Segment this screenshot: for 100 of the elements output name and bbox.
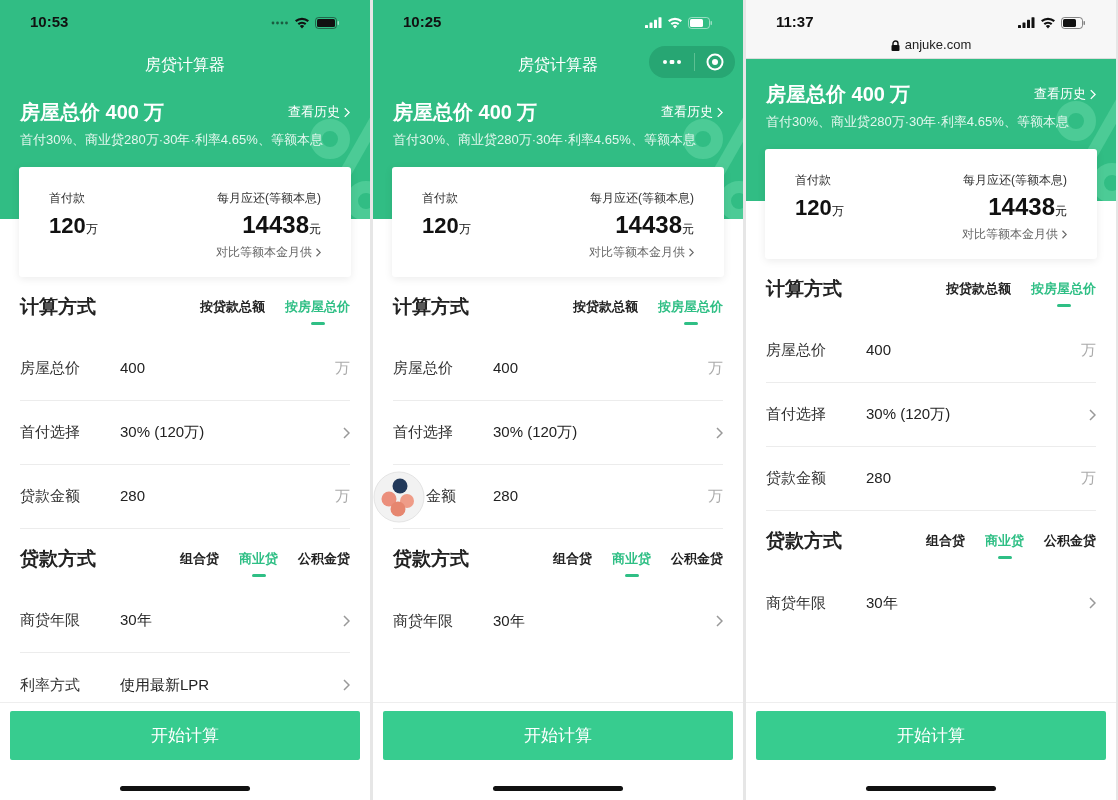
option-tab[interactable]: 公积金贷 [1044,527,1096,555]
field-value: 使用最新LPR [120,674,211,695]
field-value: 30% (120万) [120,422,206,443]
monthly-payment-label: 每月应还(等额本息) [217,190,321,207]
field-label: 房屋总价 [393,358,454,379]
compare-link[interactable]: 对比等额本金月供 [589,243,694,261]
down-payment-value: 120 [49,212,86,240]
monthly-payment-unit: 元 [682,222,694,238]
monthly-payment-label: 每月应还(等额本息) [963,172,1067,189]
monthly-payment-value: 14438 [615,210,682,240]
status-time: 11:37 [776,12,814,33]
signal-icon [645,17,662,28]
field-value: 280 [866,468,893,489]
chevron-right-icon [315,247,321,257]
option-tab[interactable]: 组合贷 [180,545,219,573]
unit-label: 万 [335,358,350,379]
field-value: 280 [493,486,520,507]
chevron-right-icon [1089,88,1096,100]
monthly-payment-value: 14438 [242,210,309,240]
section-title: 计算方式 [766,276,842,301]
field-value: 400 [493,358,520,379]
chevron-right-icon [716,106,723,118]
section-title: 计算方式 [393,294,469,319]
field-label: 金额 [425,486,457,507]
field-value: 280 [120,486,147,507]
section-title: 贷款方式 [766,528,842,553]
field-label: 贷款金额 [20,486,81,507]
url-text[interactable]: anjuke.com [904,35,972,55]
down-payment-unit: 万 [831,204,844,220]
page-title: 房贷计算器 [145,55,225,75]
down-payment-label: 首付款 [422,190,459,207]
field-label: 房屋总价 [20,358,81,379]
option-tab[interactable]: 公积金贷 [298,545,350,573]
section-title: 贷款方式 [393,546,469,571]
field-label: 首付选择 [766,404,827,425]
summary-title: 房屋总价 400 万 [20,100,165,125]
field-value: 30年 [493,610,526,631]
battery-icon [315,16,340,29]
chevron-right-icon [715,615,723,627]
field-label: 首付选择 [393,422,454,443]
status-time: 10:25 [403,12,442,33]
summary-detail: 首付30%、商业贷280万·30年·利率4.65%、等额本息 [393,131,697,149]
wifi-icon [667,16,683,29]
field-label: 贷款金额 [766,468,827,489]
down-payment-value: 120 [795,194,832,222]
chevron-right-icon [342,679,350,691]
lock-icon [890,39,900,51]
field-value: 30年 [120,610,153,631]
summary-title: 房屋总价 400 万 [393,100,538,125]
unit-label: 万 [1081,340,1096,361]
monthly-payment-unit: 元 [309,222,321,238]
option-tab[interactable]: 组合贷 [926,527,965,555]
field-label: 利率方式 [20,674,81,695]
compare-link[interactable]: 对比等额本金月供 [962,225,1067,243]
option-tab[interactable]: 按贷款总额 [573,293,638,321]
option-tab[interactable]: 公积金贷 [671,545,723,573]
section-title: 计算方式 [20,294,96,319]
signal-icon [1018,17,1035,28]
field-value: 30% (120万) [866,404,952,425]
summary-detail: 首付30%、商业贷280万·30年·利率4.65%、等额本息 [766,113,1070,131]
down-payment-unit: 万 [85,222,98,238]
field-label: 商贷年限 [393,610,454,631]
chevron-right-icon [1061,229,1067,239]
wifi-icon [294,16,310,29]
battery-icon [688,16,713,29]
unit-label: 万 [1081,468,1096,489]
capsule-menu[interactable] [649,46,735,78]
field-label: 商贷年限 [766,592,827,613]
option-tab[interactable]: 按贷款总额 [946,275,1011,303]
down-payment-label: 首付款 [795,172,832,189]
chevron-right-icon [1088,408,1096,421]
battery-icon [1061,16,1086,29]
field-label: 商贷年限 [20,610,81,631]
field-value: 30年 [866,592,899,613]
option-tab[interactable]: 组合贷 [553,545,592,573]
down-payment-label: 首付款 [49,190,86,207]
option-tab[interactable]: 按贷款总额 [200,293,265,321]
more-icon[interactable] [663,60,681,64]
chevron-right-icon [342,614,350,627]
monthly-payment-unit: 元 [1055,204,1067,220]
chevron-right-icon [1088,597,1096,609]
compare-link[interactable]: 对比等额本金月供 [216,243,321,261]
chevron-right-icon [715,426,723,439]
field-value: 400 [120,358,147,379]
close-target-icon[interactable] [706,53,724,71]
wifi-icon [1040,16,1056,29]
unit-label: 万 [708,358,723,379]
unit-label: 万 [708,486,723,507]
floating-ball-icon[interactable] [373,471,425,523]
summary-title: 房屋总价 400 万 [766,82,911,107]
monthly-payment-value: 14438 [988,192,1055,222]
down-payment-value: 120 [422,212,459,240]
monthly-payment-label: 每月应还(等额本息) [590,190,694,207]
chevron-right-icon [688,247,694,257]
field-label: 房屋总价 [766,340,827,361]
summary-detail: 首付30%、商业贷280万·30年·利率4.65%、等额本息 [20,131,324,149]
unit-label: 万 [335,486,350,507]
chevron-right-icon [342,426,350,439]
chevron-right-icon [343,106,350,118]
down-payment-unit: 万 [458,222,471,238]
